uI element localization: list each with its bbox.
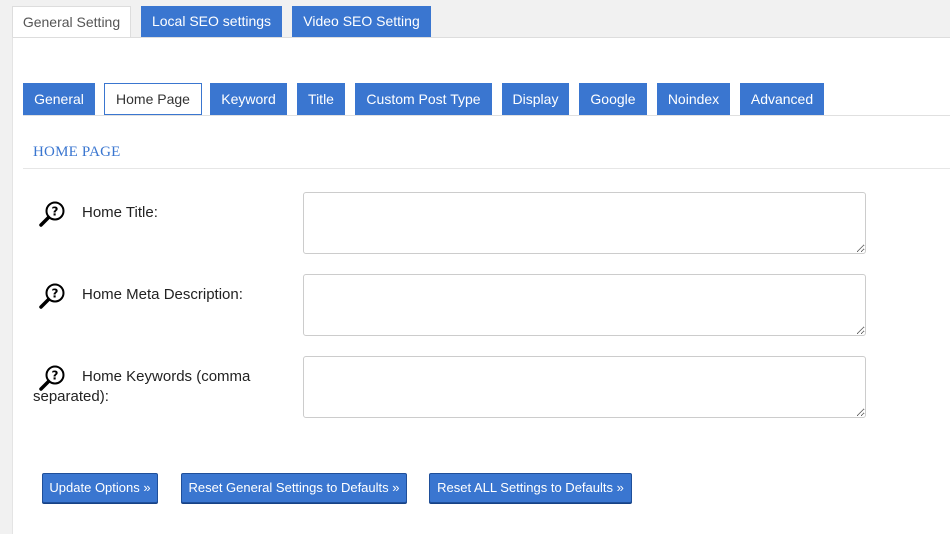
home-keywords-label: Home Keywords (comma separated): bbox=[33, 368, 251, 405]
subtab-general[interactable]: General bbox=[23, 83, 95, 115]
section-title: HOME PAGE bbox=[33, 144, 121, 160]
settings-panel: General Home Page Keyword Title Custom P… bbox=[12, 37, 950, 534]
home-title-input[interactable] bbox=[303, 192, 866, 254]
subtab-display[interactable]: Display bbox=[502, 83, 569, 115]
update-options-button[interactable]: Update Options » bbox=[42, 473, 158, 503]
tab-video-seo-setting[interactable]: Video SEO Setting bbox=[292, 6, 431, 38]
svg-text:?: ? bbox=[52, 205, 59, 219]
help-magnifier-icon[interactable]: ? bbox=[38, 199, 68, 229]
subtab-advanced[interactable]: Advanced bbox=[740, 83, 824, 115]
tab-local-seo-settings[interactable]: Local SEO settings bbox=[141, 6, 282, 38]
help-magnifier-icon[interactable]: ? bbox=[38, 281, 68, 311]
svg-text:?: ? bbox=[52, 287, 59, 301]
section-divider bbox=[23, 168, 950, 169]
home-keywords-input[interactable] bbox=[303, 356, 866, 418]
subtab-home-page[interactable]: Home Page bbox=[104, 83, 202, 115]
subtab-keyword[interactable]: Keyword bbox=[210, 83, 287, 115]
home-title-label: Home Title: bbox=[82, 204, 158, 221]
subtab-divider bbox=[23, 115, 950, 116]
subtab-custom-post-type[interactable]: Custom Post Type bbox=[355, 83, 492, 115]
reset-general-settings-button[interactable]: Reset General Settings to Defaults » bbox=[181, 473, 407, 503]
subtab-noindex[interactable]: Noindex bbox=[657, 83, 730, 115]
home-meta-description-input[interactable] bbox=[303, 274, 866, 336]
home-meta-description-label: Home Meta Description: bbox=[82, 286, 243, 303]
subtab-title[interactable]: Title bbox=[297, 83, 345, 115]
tab-general-setting[interactable]: General Setting bbox=[12, 6, 131, 39]
subtab-google[interactable]: Google bbox=[579, 83, 647, 115]
reset-all-settings-button[interactable]: Reset ALL Settings to Defaults » bbox=[429, 473, 632, 503]
